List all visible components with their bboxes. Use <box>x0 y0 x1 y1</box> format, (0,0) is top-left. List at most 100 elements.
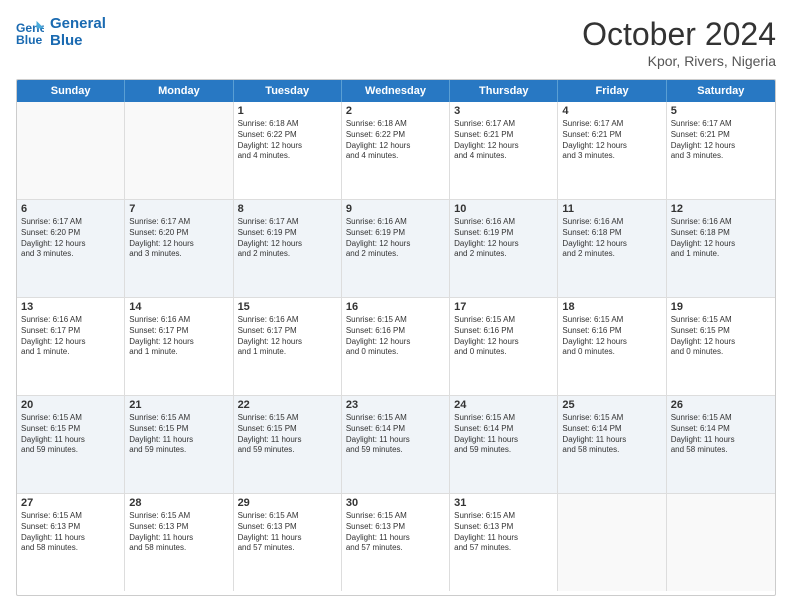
calendar-cell: 12Sunrise: 6:16 AM Sunset: 6:18 PM Dayli… <box>667 200 775 297</box>
day-number: 27 <box>21 497 120 509</box>
day-info: Sunrise: 6:15 AM Sunset: 6:15 PM Dayligh… <box>129 413 228 456</box>
calendar-cell: 22 Sunrise: 6:15 AM Sunset: 6:15 PM Dayli… <box>234 396 342 493</box>
calendar-cell: 14Sunrise: 6:16 AM Sunset: 6:17 PM Dayli… <box>125 298 233 395</box>
day-info: Sunrise: 6:15 AM Sunset: 6:14 PM Dayligh… <box>346 413 445 456</box>
header: General Blue General Blue October 2024 K… <box>16 16 776 69</box>
calendar-cell: 11Sunrise: 6:16 AM Sunset: 6:18 PM Dayli… <box>558 200 666 297</box>
day-info: Sunrise: 6:15 AM Sunset: 6:16 PM Dayligh… <box>562 315 661 358</box>
calendar-week-3: 13 Sunrise: 6:16 AM Sunset: 6:17 PM Dayli… <box>17 298 775 396</box>
day-info: Sunrise: 6:15 AM Sunset: 6:14 PM Dayligh… <box>454 413 553 456</box>
day-number: 20 <box>21 399 120 411</box>
main-title: October 2024 <box>582 16 776 53</box>
header-day-tuesday: Tuesday <box>234 80 342 102</box>
calendar-cell: 29Sunrise: 6:15 AM Sunset: 6:13 PM Dayli… <box>234 494 342 591</box>
calendar-cell: 8Sunrise: 6:17 AM Sunset: 6:19 PM Daylig… <box>234 200 342 297</box>
day-number: 22 <box>238 399 337 411</box>
calendar-week-5: 27 Sunrise: 6:15 AM Sunset: 6:13 PM Dayli… <box>17 494 775 591</box>
day-number: 7 <box>129 203 228 215</box>
calendar-cell <box>667 494 775 591</box>
page: General Blue General Blue October 2024 K… <box>0 0 792 612</box>
day-number: 16 <box>346 301 445 313</box>
day-info: Sunrise: 6:15 AM Sunset: 6:13 PM Dayligh… <box>454 511 553 554</box>
day-info: Sunrise: 6:17 AM Sunset: 6:19 PM Dayligh… <box>238 217 337 260</box>
day-number: 28 <box>129 497 228 509</box>
day-number: 12 <box>671 203 771 215</box>
day-info: Sunrise: 6:17 AM Sunset: 6:21 PM Dayligh… <box>562 119 661 162</box>
day-info: Sunrise: 6:18 AM Sunset: 6:22 PM Dayligh… <box>238 119 337 162</box>
calendar-cell: 17 Sunrise: 6:15 AM Sunset: 6:16 PM Dayli… <box>450 298 558 395</box>
calendar-body: 1 Sunrise: 6:18 AM Sunset: 6:22 PM Daylig… <box>17 102 775 591</box>
day-number: 5 <box>671 105 771 117</box>
subtitle: Kpor, Rivers, Nigeria <box>582 53 776 69</box>
calendar: SundayMondayTuesdayWednesdayThursdayFrid… <box>16 79 776 596</box>
day-info: Sunrise: 6:15 AM Sunset: 6:13 PM Dayligh… <box>238 511 337 554</box>
calendar-cell: 1 Sunrise: 6:18 AM Sunset: 6:22 PM Daylig… <box>234 102 342 199</box>
calendar-cell: 16 Sunrise: 6:15 AM Sunset: 6:16 PM Dayli… <box>342 298 450 395</box>
day-info: Sunrise: 6:18 AM Sunset: 6:22 PM Dayligh… <box>346 119 445 162</box>
day-info: Sunrise: 6:16 AM Sunset: 6:17 PM Dayligh… <box>21 315 120 358</box>
day-info: Sunrise: 6:15 AM Sunset: 6:13 PM Dayligh… <box>129 511 228 554</box>
day-info: Sunrise: 6:16 AM Sunset: 6:19 PM Dayligh… <box>346 217 445 260</box>
day-number: 17 <box>454 301 553 313</box>
day-number: 2 <box>346 105 445 117</box>
calendar-cell: 2 Sunrise: 6:18 AM Sunset: 6:22 PM Daylig… <box>342 102 450 199</box>
day-info: Sunrise: 6:15 AM Sunset: 6:16 PM Dayligh… <box>346 315 445 358</box>
calendar-cell: 15Sunrise: 6:16 AM Sunset: 6:17 PM Dayli… <box>234 298 342 395</box>
day-number: 10 <box>454 203 553 215</box>
day-info: Sunrise: 6:15 AM Sunset: 6:13 PM Dayligh… <box>21 511 120 554</box>
day-info: Sunrise: 6:16 AM Sunset: 6:19 PM Dayligh… <box>454 217 553 260</box>
day-info: Sunrise: 6:15 AM Sunset: 6:16 PM Dayligh… <box>454 315 553 358</box>
day-number: 31 <box>454 497 553 509</box>
calendar-cell <box>558 494 666 591</box>
day-info: Sunrise: 6:17 AM Sunset: 6:20 PM Dayligh… <box>129 217 228 260</box>
day-info: Sunrise: 6:15 AM Sunset: 6:13 PM Dayligh… <box>346 511 445 554</box>
day-number: 9 <box>346 203 445 215</box>
day-number: 4 <box>562 105 661 117</box>
calendar-cell: 3 Sunrise: 6:17 AM Sunset: 6:21 PM Daylig… <box>450 102 558 199</box>
header-day-monday: Monday <box>125 80 233 102</box>
calendar-cell: 31 Sunrise: 6:15 AM Sunset: 6:13 PM Dayli… <box>450 494 558 591</box>
day-number: 1 <box>238 105 337 117</box>
day-info: Sunrise: 6:17 AM Sunset: 6:21 PM Dayligh… <box>454 119 553 162</box>
day-info: Sunrise: 6:15 AM Sunset: 6:14 PM Dayligh… <box>671 413 771 456</box>
calendar-cell: 28 Sunrise: 6:15 AM Sunset: 6:13 PM Dayli… <box>125 494 233 591</box>
day-number: 23 <box>346 399 445 411</box>
header-day-thursday: Thursday <box>450 80 558 102</box>
calendar-header: SundayMondayTuesdayWednesdayThursdayFrid… <box>17 80 775 102</box>
calendar-week-1: 1 Sunrise: 6:18 AM Sunset: 6:22 PM Daylig… <box>17 102 775 200</box>
calendar-cell: 4 Sunrise: 6:17 AM Sunset: 6:21 PM Daylig… <box>558 102 666 199</box>
calendar-cell <box>17 102 125 199</box>
day-info: Sunrise: 6:15 AM Sunset: 6:15 PM Dayligh… <box>671 315 771 358</box>
day-info: Sunrise: 6:15 AM Sunset: 6:14 PM Dayligh… <box>562 413 661 456</box>
calendar-cell: 7 Sunrise: 6:17 AM Sunset: 6:20 PM Daylig… <box>125 200 233 297</box>
day-info: Sunrise: 6:15 AM Sunset: 6:15 PM Dayligh… <box>238 413 337 456</box>
calendar-cell: 20Sunrise: 6:15 AM Sunset: 6:15 PM Dayli… <box>17 396 125 493</box>
header-day-friday: Friday <box>558 80 666 102</box>
calendar-cell: 18Sunrise: 6:15 AM Sunset: 6:16 PM Dayli… <box>558 298 666 395</box>
calendar-cell: 6Sunrise: 6:17 AM Sunset: 6:20 PM Daylig… <box>17 200 125 297</box>
day-number: 19 <box>671 301 771 313</box>
header-day-sunday: Sunday <box>17 80 125 102</box>
calendar-cell: 24 Sunrise: 6:15 AM Sunset: 6:14 PM Dayli… <box>450 396 558 493</box>
day-number: 30 <box>346 497 445 509</box>
day-number: 3 <box>454 105 553 117</box>
header-day-saturday: Saturday <box>667 80 775 102</box>
calendar-cell <box>125 102 233 199</box>
calendar-cell: 9 Sunrise: 6:16 AM Sunset: 6:19 PM Daylig… <box>342 200 450 297</box>
day-number: 24 <box>454 399 553 411</box>
day-number: 14 <box>129 301 228 313</box>
logo-line1: General <box>50 16 106 33</box>
day-info: Sunrise: 6:16 AM Sunset: 6:17 PM Dayligh… <box>238 315 337 358</box>
calendar-week-2: 6Sunrise: 6:17 AM Sunset: 6:20 PM Daylig… <box>17 200 775 298</box>
calendar-cell: 5Sunrise: 6:17 AM Sunset: 6:21 PM Daylig… <box>667 102 775 199</box>
header-day-wednesday: Wednesday <box>342 80 450 102</box>
calendar-cell: 19 Sunrise: 6:15 AM Sunset: 6:15 PM Dayli… <box>667 298 775 395</box>
calendar-cell: 10 Sunrise: 6:16 AM Sunset: 6:19 PM Dayli… <box>450 200 558 297</box>
day-number: 26 <box>671 399 771 411</box>
logo-icon: General Blue <box>16 19 44 47</box>
title-section: October 2024 Kpor, Rivers, Nigeria <box>582 16 776 69</box>
day-info: Sunrise: 6:16 AM Sunset: 6:18 PM Dayligh… <box>562 217 661 260</box>
day-number: 13 <box>21 301 120 313</box>
logo-line2: Blue <box>50 33 106 50</box>
calendar-cell: 25Sunrise: 6:15 AM Sunset: 6:14 PM Dayli… <box>558 396 666 493</box>
